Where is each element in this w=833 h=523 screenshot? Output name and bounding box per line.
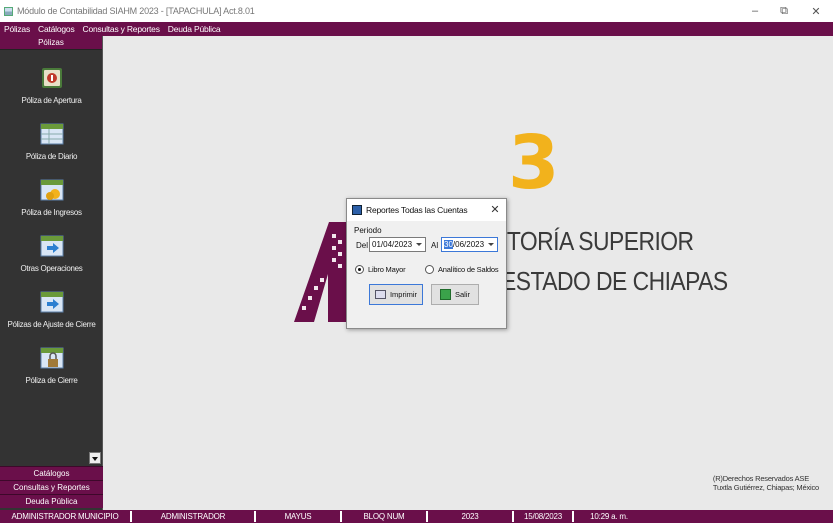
sidebar-item-label: Póliza de Cierre [25, 376, 78, 385]
status-user: ADMINISTRADOR MUNICIPIO [0, 511, 132, 522]
sidebar-item-poliza-diario[interactable]: Póliza de Diario [0, 122, 103, 176]
status-role: ADMINISTRADOR [132, 511, 256, 522]
menu-polizas[interactable]: Pólizas [0, 24, 34, 34]
to-date-picker[interactable]: 30/06/2023 [441, 237, 498, 252]
sidebar-item-poliza-apertura[interactable]: Póliza de Apertura [0, 66, 103, 120]
logo-number: 3 [508, 120, 560, 206]
sidebar-item-poliza-ingresos[interactable]: Póliza de Ingresos [0, 178, 103, 232]
to-date-selected-segment: 30 [444, 240, 453, 249]
chevron-down-icon [488, 243, 494, 246]
window-title: Módulo de Contabilidad SIAHM 2023 - [TAP… [17, 6, 255, 16]
sidebar-section-consultas-reportes[interactable]: Consultas y Reportes [0, 480, 103, 494]
status-numlock: BLOQ NUM [342, 511, 428, 522]
copyright-line1: (R)Derechos Reservados ASE [712, 474, 809, 483]
menu-consultas-reportes[interactable]: Consultas y Reportes [79, 24, 164, 34]
from-date-label: Del [356, 241, 369, 250]
radio-analitico-saldos[interactable]: Analítico de Saldos [425, 265, 499, 274]
exit-button-label: Salir [454, 290, 470, 299]
org-name-line2: ESTADO DE CHIAPAS [501, 266, 728, 296]
sidebar-item-ajuste-cierre[interactable]: Pólizas de Ajuste de Cierre [0, 290, 103, 344]
ajuste-icon [40, 291, 64, 313]
sidebar-item-otras-operaciones[interactable]: Otras Operaciones [0, 234, 103, 288]
sidebar-item-poliza-cierre[interactable]: Póliza de Cierre [0, 346, 103, 400]
chevron-down-icon [416, 243, 422, 246]
radio-libro-mayor[interactable]: Libro Mayor [355, 265, 406, 274]
status-bar: ADMINISTRADOR MUNICIPIO ADMINISTRADOR MA… [0, 510, 833, 523]
reportes-dialog: Reportes Todas las Cuentas ✕ Periodo Del… [346, 198, 507, 329]
app-icon [4, 6, 13, 16]
minimize-button[interactable]: – [742, 0, 768, 22]
close-window-button[interactable]: ✕ [803, 0, 829, 22]
sidebar-item-label: Pólizas de Ajuste de Cierre [7, 320, 96, 329]
sidebar-section-catalogos[interactable]: Catálogos [0, 466, 103, 480]
cierre-icon [40, 347, 64, 369]
printer-icon [374, 290, 386, 299]
report-icon [352, 205, 362, 215]
exit-button[interactable]: Salir [431, 284, 479, 305]
diario-icon [40, 123, 64, 145]
sidebar-item-label: Póliza de Apertura [21, 96, 82, 105]
title-bar: Módulo de Contabilidad SIAHM 2023 - [TAP… [0, 0, 833, 22]
sidebar-item-label: Póliza de Ingresos [21, 208, 82, 217]
operaciones-icon [40, 235, 64, 257]
status-year: 2023 [428, 511, 514, 522]
to-date-label: Al [431, 241, 439, 250]
sidebar-section-deuda-publica[interactable]: Deuda Pública [0, 494, 103, 508]
sidebar-item-label: Otras Operaciones [20, 264, 83, 273]
menu-bar: Pólizas Catálogos Consultas y Reportes D… [0, 22, 833, 36]
status-date: 15/08/2023 [514, 511, 574, 522]
maximize-button[interactable]: ⧉ [771, 0, 797, 22]
sidebar: Pólizas Póliza de Apertura Póliza de Dia… [0, 36, 103, 510]
copyright-notice: (R)Derechos Reservados ASE Tuxtla Gutiér… [713, 474, 819, 492]
sidebar-header: Pólizas [0, 36, 102, 50]
print-button[interactable]: Imprimir [369, 284, 423, 305]
status-time: 10:29 a. m. [590, 512, 628, 521]
ingresos-icon [40, 179, 64, 201]
radio-unselected-icon [425, 265, 434, 274]
sidebar-scroll-down-button[interactable] [89, 452, 101, 464]
exit-icon [439, 289, 451, 300]
copyright-line2: Tuxtla Gutiérrez, Chiapas; México [712, 483, 819, 492]
radio-selected-icon [355, 265, 364, 274]
apertura-icon [42, 68, 62, 88]
radio-analitico-label: Analítico de Saldos [438, 265, 499, 274]
org-name-line1: ITORÍA SUPERIOR [501, 226, 694, 256]
radio-libro-mayor-label: Libro Mayor [368, 265, 406, 274]
dialog-title: Reportes Todas las Cuentas [366, 205, 468, 215]
from-date-value: 01/04/2023 [372, 240, 413, 249]
dialog-title-bar: Reportes Todas las Cuentas [347, 199, 506, 221]
menu-deuda-publica[interactable]: Deuda Pública [164, 24, 225, 34]
from-date-picker[interactable]: 01/04/2023 [369, 237, 426, 252]
status-caps: MAYUS [256, 511, 342, 522]
dialog-close-button[interactable]: ✕ [488, 203, 502, 217]
sidebar-item-label: Póliza de Diario [25, 152, 78, 161]
print-button-label: Imprimir [389, 290, 418, 299]
period-label: Periodo [354, 226, 382, 235]
to-date-value: /06/2023 [452, 240, 485, 249]
menu-catalogos[interactable]: Catálogos [34, 24, 78, 34]
